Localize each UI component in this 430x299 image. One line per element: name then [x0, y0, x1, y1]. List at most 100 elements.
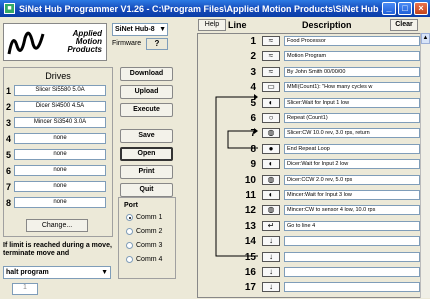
program-line-row[interactable]: 2 ≈ Motion Program — [198, 51, 422, 62]
limit-action-select[interactable]: halt program ▼ — [3, 266, 111, 279]
quit-button[interactable]: Quit — [120, 183, 173, 197]
line-description-field[interactable]: Dicer:CCW 2.0 rev, 5.0 rps — [284, 174, 420, 185]
maximize-button[interactable]: □ — [398, 2, 412, 15]
line-description-field[interactable]: Mincer:Wait for Input 3 low — [284, 190, 420, 200]
program-line-row[interactable]: 7 ◍ Slicer:CW 10.0 rev, 3.0 rps, return — [198, 128, 422, 139]
motor-icon[interactable]: ≈ — [262, 36, 280, 46]
drive-field[interactable]: none — [14, 197, 106, 208]
drive-field[interactable]: Slicer Si5580 5.0A — [14, 85, 106, 96]
wait-input-icon[interactable]: ◐ — [262, 97, 280, 108]
drive-field[interactable]: none — [14, 165, 106, 176]
line-description-field[interactable]: Mincer:CW to sensor 4 low, 10.0 rps — [284, 205, 420, 216]
print-button[interactable]: Print — [120, 165, 173, 179]
close-button[interactable]: × — [414, 2, 428, 15]
program-line-row[interactable]: 14 ↓ — [198, 236, 422, 247]
download-button[interactable]: Download — [120, 67, 173, 81]
open-button[interactable]: Open — [120, 147, 173, 161]
chevron-down-icon: ▼ — [159, 26, 166, 33]
line-description-field[interactable]: By John Smith 00/00/00 — [284, 66, 420, 77]
company-logo: Applied Motion Products — [3, 23, 107, 61]
program-scrollbar[interactable]: ▲ — [420, 33, 430, 298]
upload-button[interactable]: Upload — [120, 85, 173, 99]
line-description-field[interactable]: End Repeat Loop — [284, 143, 420, 154]
left-panel: Applied Motion Products SiNet Hub-8 ▼ Fi… — [0, 17, 194, 298]
port-group: Port Comm 1 Comm 2 Comm 3 Comm 4 — [118, 197, 176, 279]
logo-mark-icon — [7, 31, 45, 55]
message-icon[interactable]: ▭ — [262, 82, 280, 93]
drive-row: 2 Dicer Si4500 4.5A — [6, 101, 106, 112]
end-repeat-icon[interactable]: ● — [262, 143, 280, 154]
program-line-row[interactable]: 13 ↵ Go to line 4 — [198, 220, 422, 232]
move-icon[interactable]: ◍ — [262, 205, 280, 216]
motor-icon[interactable]: ≈ — [262, 66, 280, 77]
drive-number: 3 — [6, 117, 12, 128]
program-line-row[interactable]: 12 ◍ Mincer:CW to sensor 4 low, 10.0 rps — [198, 205, 422, 216]
empty-icon[interactable]: ↓ — [262, 251, 280, 262]
save-button[interactable]: Save — [120, 129, 173, 143]
program-line-row[interactable]: 3 ≈ By John Smith 00/00/00 — [198, 66, 422, 78]
limit-instructions: If limit is reached during a move, termi… — [3, 242, 112, 257]
wait-input-icon[interactable]: ◐ — [262, 190, 280, 200]
line-description-field[interactable]: MMI(Count1): "How many cycles w — [284, 82, 420, 93]
drive-number: 4 — [6, 133, 12, 144]
line-number: 12 — [244, 205, 256, 217]
line-number: 9 — [250, 159, 256, 171]
empty-icon[interactable]: ↓ — [262, 282, 280, 293]
hub-model-select[interactable]: SiNet Hub-8 ▼ — [112, 23, 168, 36]
radio-selected-icon — [126, 214, 133, 221]
program-line-row[interactable]: 15 ↓ — [198, 251, 422, 263]
port-option-comm4[interactable]: Comm 4 — [126, 256, 162, 263]
goto-icon[interactable]: ↵ — [262, 220, 280, 231]
line-description-field[interactable] — [284, 236, 420, 247]
window-title: SiNet Hub Programmer V1.26 - C:\Program … — [19, 3, 382, 14]
empty-icon[interactable]: ↓ — [262, 267, 280, 277]
empty-icon[interactable]: ↓ — [262, 236, 280, 247]
motor-icon[interactable]: ≈ — [262, 51, 280, 62]
scroll-up-icon[interactable]: ▲ — [421, 33, 430, 44]
program-line-row[interactable]: 17 ↓ — [198, 282, 422, 293]
move-icon[interactable]: ◍ — [262, 128, 280, 139]
program-line-row[interactable]: 1 ≈ Food Processor — [198, 36, 422, 47]
execute-button[interactable]: Execute — [120, 103, 173, 117]
drive-field[interactable]: none — [14, 149, 106, 160]
wait-input-icon[interactable]: ◐ — [262, 159, 280, 170]
line-number: 13 — [244, 220, 256, 232]
drive-number: 8 — [6, 197, 12, 208]
repeat-icon[interactable]: ○ — [262, 113, 280, 123]
line-description-field[interactable]: Repeat (Count1) — [284, 113, 420, 123]
title-bar: ■ SiNet Hub Programmer V1.26 - C:\Progra… — [0, 0, 430, 17]
drive-field[interactable]: none — [14, 133, 106, 144]
help-button[interactable]: Help — [198, 19, 226, 31]
line-description-field[interactable]: Motion Program — [284, 51, 420, 62]
port-option-comm2[interactable]: Comm 2 — [126, 228, 162, 235]
program-line-row[interactable]: 11 ◐ Mincer:Wait for Input 3 low — [198, 190, 422, 201]
port-option-comm3[interactable]: Comm 3 — [126, 242, 162, 249]
program-line-row[interactable]: 6 ○ Repeat (Count1) — [198, 113, 422, 124]
program-line-row[interactable]: 5 ◐ Slicer:Wait for Input 1 low — [198, 97, 422, 109]
drive-field[interactable]: none — [14, 181, 106, 192]
program-line-row[interactable]: 16 ↓ — [198, 267, 422, 278]
minimize-button[interactable]: _ — [382, 2, 396, 15]
line-description-field[interactable]: Go to line 4 — [284, 220, 420, 231]
drive-field[interactable]: Dicer Si4500 4.5A — [14, 101, 106, 112]
line-description-field[interactable] — [284, 251, 420, 262]
line-description-field[interactable]: Slicer:Wait for Input 1 low — [284, 97, 420, 108]
line-description-field[interactable]: Dicer:Wait for Input 2 low — [284, 159, 420, 170]
port-option-comm1[interactable]: Comm 1 — [126, 214, 162, 221]
line-number: 3 — [250, 66, 256, 78]
line-column-header: Line — [228, 20, 247, 30]
line-number: 10 — [244, 174, 256, 186]
program-line-row[interactable]: 8 ● End Repeat Loop — [198, 143, 422, 155]
program-line-row[interactable]: 9 ◐ Dicer:Wait for Input 2 low — [198, 159, 422, 170]
drive-field[interactable]: Mincer Si3540 3.0A — [14, 117, 106, 128]
line-description-field[interactable]: Food Processor — [284, 36, 420, 46]
move-icon[interactable]: ◍ — [262, 174, 280, 185]
line-description-field[interactable] — [284, 282, 420, 293]
program-line-row[interactable]: 10 ◍ Dicer:CCW 2.0 rev, 5.0 rps — [198, 174, 422, 186]
change-drives-button[interactable]: Change... — [26, 219, 88, 232]
clear-button[interactable]: Clear — [390, 19, 418, 31]
line-description-field[interactable] — [284, 267, 420, 277]
line-description-field[interactable]: Slicer:CW 10.0 rev, 3.0 rps, return — [284, 128, 420, 139]
limit-value-field[interactable]: 1 — [12, 283, 38, 295]
program-line-row[interactable]: 4 ▭ MMI(Count1): "How many cycles w — [198, 82, 422, 93]
